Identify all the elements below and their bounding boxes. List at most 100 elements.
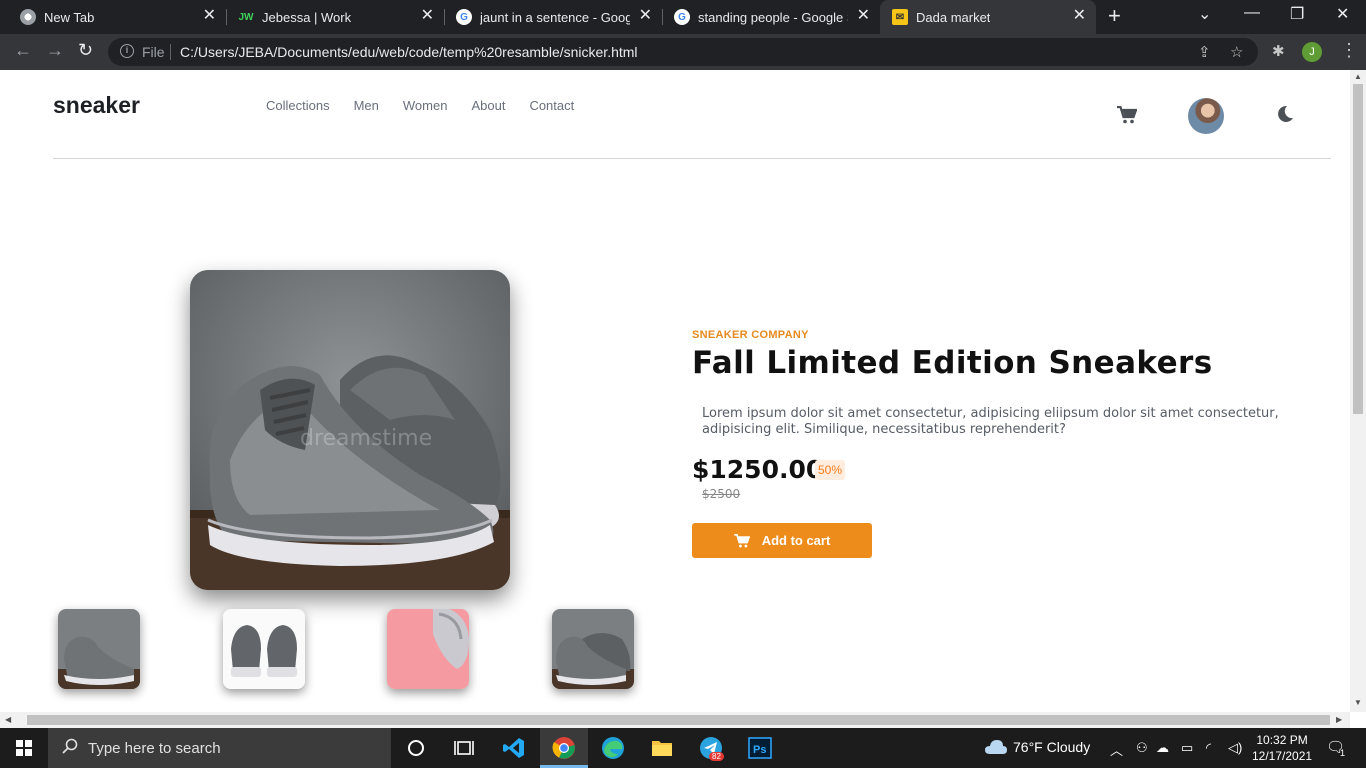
tab-standing-people-google[interactable]: G standing people - Google Se ✕: [654, 0, 880, 34]
thumbnail-sneaker-back-image: [223, 609, 305, 689]
cart-icon: [733, 533, 750, 547]
new-tab-plus-icon[interactable]: +: [1108, 5, 1121, 27]
file-scheme-label: File: [142, 44, 165, 60]
web-page: sneaker Collections Men Women About Cont…: [0, 70, 1350, 712]
vertical-scroll-thumb[interactable]: [1353, 84, 1363, 414]
close-tab-icon[interactable]: ✕: [857, 8, 870, 24]
wifi-icon[interactable]: ◜: [1206, 740, 1211, 756]
battery-icon[interactable]: ▭: [1181, 740, 1193, 756]
search-icon: [62, 738, 78, 754]
main-nav: Collections Men Women About Contact: [266, 98, 598, 113]
scroll-up-arrow-icon[interactable]: ▲: [1354, 72, 1362, 81]
notification-count: 1: [1340, 748, 1346, 758]
weather-widget[interactable]: 76°F Cloudy: [985, 739, 1090, 755]
product-price: $1250.00: [692, 455, 824, 484]
menu-kebab-icon[interactable]: ⋮: [1340, 40, 1358, 61]
product-main-image[interactable]: dreamstime: [190, 270, 510, 590]
close-window-icon[interactable]: ✕: [1336, 4, 1349, 24]
nav-women[interactable]: Women: [403, 98, 448, 113]
cart-icon[interactable]: [1117, 106, 1137, 124]
tab-search-chevron-icon[interactable]: ⌄: [1198, 4, 1211, 24]
envelope-icon: ✉: [892, 9, 908, 25]
chrome-taskbar-icon[interactable]: [552, 736, 576, 760]
thumbnail-4[interactable]: [552, 609, 634, 689]
share-icon[interactable]: ⇪: [1198, 43, 1211, 61]
forward-arrow-icon[interactable]: →: [46, 40, 64, 61]
add-to-cart-label: Add to cart: [761, 533, 831, 548]
close-tab-icon[interactable]: ✕: [203, 8, 216, 24]
thumbnail-sneaker-pink-image: [387, 609, 469, 689]
original-price: $2500: [702, 487, 741, 501]
company-label: SNEAKER COMPANY: [692, 329, 809, 341]
cortana-icon[interactable]: [404, 736, 428, 760]
watermark-text: dreamstime: [300, 426, 432, 451]
tab-jaunt-google[interactable]: G jaunt in a sentence - Google ✕: [436, 0, 662, 34]
nav-men[interactable]: Men: [354, 98, 379, 113]
volume-icon[interactable]: ◁): [1228, 740, 1242, 756]
chrome-icon: [20, 9, 36, 25]
scroll-left-arrow-icon[interactable]: ◀: [5, 715, 11, 724]
vertical-scrollbar[interactable]: ▲ ▼: [1350, 70, 1366, 712]
taskbar-clock[interactable]: 10:32 PM 12/17/2021: [1252, 732, 1312, 764]
vscode-icon[interactable]: [502, 736, 526, 760]
product-description: Lorem ipsum dolor sit amet consectetur, …: [702, 406, 1279, 437]
omnibox[interactable]: i File C:/Users/JEBA/Documents/edu/web/c…: [108, 38, 1258, 66]
discount-badge: 50%: [815, 460, 846, 480]
file-explorer-icon[interactable]: [650, 736, 674, 760]
info-icon[interactable]: i: [120, 44, 134, 58]
profile-avatar[interactable]: J: [1302, 42, 1322, 62]
task-view-icon[interactable]: [452, 736, 476, 760]
header-divider: [53, 158, 1331, 159]
nav-contact[interactable]: Contact: [529, 98, 574, 113]
nav-collections[interactable]: Collections: [266, 98, 330, 113]
windows-start-icon[interactable]: [16, 740, 32, 756]
close-tab-icon[interactable]: ✕: [421, 8, 434, 24]
reload-icon[interactable]: ↻: [78, 40, 93, 61]
thumbnail-2[interactable]: [223, 609, 305, 689]
omnibox-separator: [170, 44, 171, 60]
horizontal-scrollbar[interactable]: ◀ ▶: [0, 712, 1350, 728]
thumbnail-sneaker-side-image: [58, 609, 140, 689]
clock-time: 10:32 PM: [1256, 733, 1308, 747]
tab-new-tab[interactable]: New Tab ✕: [0, 0, 226, 34]
add-to-cart-button[interactable]: Add to cart: [692, 523, 872, 558]
thumbnail-sneaker-pair-image: [552, 609, 634, 689]
url-text[interactable]: C:/Users/JEBA/Documents/edu/web/code/tem…: [180, 44, 638, 60]
telegram-unread-badge: 82: [709, 752, 724, 761]
onedrive-icon[interactable]: ☁: [1156, 740, 1169, 756]
horizontal-scroll-thumb[interactable]: [27, 715, 1330, 725]
user-avatar[interactable]: [1188, 98, 1224, 134]
thumbnail-3[interactable]: [387, 609, 469, 689]
google-icon: G: [674, 9, 690, 25]
close-tab-icon[interactable]: ✕: [639, 8, 652, 24]
search-placeholder: Type here to search: [88, 740, 221, 757]
nav-about[interactable]: About: [471, 98, 505, 113]
product-title: Fall Limited Edition Sneakers: [692, 345, 1213, 381]
thumbnail-1[interactable]: [58, 609, 140, 689]
people-icon[interactable]: ⚇: [1136, 740, 1148, 756]
sneaker-photo: dreamstime: [190, 270, 510, 590]
minimize-icon[interactable]: —: [1244, 4, 1260, 22]
scroll-down-arrow-icon[interactable]: ▼: [1354, 698, 1362, 707]
address-bar-row: ← → ↻ i File C:/Users/JEBA/Documents/edu…: [0, 34, 1366, 70]
photoshop-icon[interactable]: Ps: [748, 736, 772, 760]
tray-chevron-up-icon[interactable]: ︿: [1110, 740, 1123, 759]
extensions-puzzle-icon[interactable]: ✱: [1272, 42, 1285, 60]
google-icon: G: [456, 9, 472, 25]
restore-icon[interactable]: ❐: [1290, 4, 1304, 24]
close-tab-icon[interactable]: ✕: [1073, 8, 1086, 24]
moon-dark-mode-icon[interactable]: [1276, 105, 1294, 123]
site-logo[interactable]: sneaker: [53, 92, 140, 119]
edge-icon[interactable]: [601, 736, 625, 760]
svg-text:Ps: Ps: [753, 744, 766, 756]
scroll-right-arrow-icon[interactable]: ▶: [1336, 715, 1342, 724]
work-site-icon: JW: [238, 11, 254, 23]
back-arrow-icon[interactable]: ←: [14, 40, 32, 61]
clock-date: 12/17/2021: [1252, 749, 1313, 763]
browser-tab-bar: New Tab ✕ JW Jebessa | Work ✕ G jaunt in…: [0, 0, 1366, 34]
weather-text: 76°F Cloudy: [1013, 739, 1091, 755]
tab-jebessa-work[interactable]: JW Jebessa | Work ✕: [218, 0, 444, 34]
bookmark-star-icon[interactable]: ☆: [1230, 43, 1243, 61]
tab-dada-market[interactable]: ✉ Dada market ✕: [880, 0, 1096, 34]
taskbar-search-box[interactable]: Type here to search: [48, 728, 391, 768]
